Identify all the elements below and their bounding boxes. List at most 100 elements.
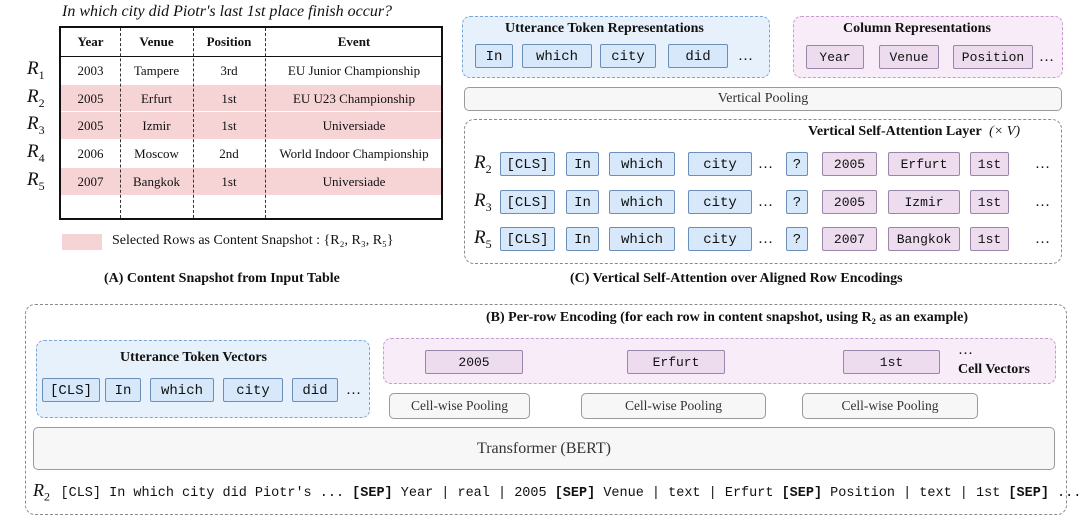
row-label-sub: 3 (38, 123, 45, 138)
cell-vectors-label: Cell Vectors (958, 362, 1030, 377)
cell-wise-pooling-bar: Cell-wise Pooling (389, 393, 530, 419)
vsa-token: In (566, 227, 599, 251)
table-cell: Universiade (322, 174, 386, 189)
table-cell: 1st (221, 118, 237, 134)
vsa-cell-token: 2005 (822, 152, 877, 176)
table-cell: World Indoor Championship (279, 146, 429, 162)
table-column-divider (120, 28, 121, 218)
vsa-token: [CLS] (500, 190, 555, 214)
table-cell: Universiade (322, 118, 386, 134)
utterance-vector-token: city (223, 378, 283, 402)
column-token: Position (953, 45, 1033, 69)
table-cell: 3rd (220, 62, 238, 78)
vsa-cell-token: 1st (970, 227, 1009, 251)
utterance-token: city (600, 44, 656, 68)
column-ellipsis: … (1039, 49, 1054, 65)
vsa-cell-token: 1st (970, 152, 1009, 176)
utterance-representations-title: Utterance Token Representations (505, 21, 704, 36)
vsa-row-label: R5 (474, 227, 492, 252)
utterance-vector-token: which (150, 378, 214, 402)
vsa-token: In (566, 152, 599, 176)
table-cell: 2006 (77, 146, 104, 162)
table-cell: 2nd (219, 146, 239, 162)
vsa-row-sub: 5 (485, 236, 492, 251)
table-header-position: Position (206, 34, 252, 49)
row-label-sub: 4 (38, 150, 45, 165)
table-cell: 1st (221, 174, 237, 189)
sep-token: [SEP] (781, 486, 823, 501)
cell-vector: Erfurt (627, 350, 725, 374)
utterance-vector-ellipsis: … (346, 382, 361, 398)
utterance-vector-token: [CLS] (42, 378, 100, 402)
table-header-event: Event (337, 34, 371, 49)
utterance-vector-token: In (105, 378, 141, 402)
sequence-row: R2 [CLS] In which city did Piotr's ... [… (33, 480, 1080, 505)
sequence-segment: [CLS] In which city did Piotr's ... (60, 486, 353, 501)
sequence-row-label: R2 (33, 480, 55, 504)
vsa-token: [CLS] (500, 227, 555, 251)
row-label-letter: R (27, 113, 39, 135)
vsa-row-sub: 2 (485, 161, 492, 176)
table-cell: 2003 (77, 62, 104, 78)
table-cell: Moscow (134, 146, 179, 162)
vsa-token: city (688, 227, 752, 251)
table-cell: 1st (221, 90, 237, 106)
table-column-divider (193, 28, 194, 218)
vsa-question-token: ? (786, 227, 808, 251)
vsa-row-letter: R (474, 190, 486, 211)
vsa-token: which (609, 152, 675, 176)
vsa-title: Vertical Self-Attention Layer (× V) (808, 124, 1020, 140)
table-cell: EU Junior Championship (287, 62, 421, 78)
vsa-ellipsis-end: … (1035, 194, 1050, 210)
vsa-ellipsis-mid: … (758, 231, 773, 247)
vsa-question-token: ? (786, 190, 808, 214)
vsa-cell-token: Erfurt (888, 152, 960, 176)
vsa-times: (× V) (989, 124, 1020, 139)
sep-token: [SEP] (554, 486, 596, 501)
vsa-row-letter: R (474, 152, 486, 173)
vsa-cell-token: 2007 (822, 227, 877, 251)
table-header-venue: Venue (139, 34, 174, 49)
utterance-token: did (668, 44, 728, 68)
utterance-vectors-title: Utterance Token Vectors (120, 350, 267, 365)
table-cell: 2005 (77, 90, 104, 106)
table-cell: EU U23 Championship (292, 90, 416, 106)
transformer-bar: Transformer (BERT) (33, 427, 1055, 470)
sequence-segment: ... (1048, 486, 1080, 501)
row-label-sub: 1 (38, 67, 45, 82)
table-row-label: R5 (27, 169, 45, 194)
vsa-ellipsis-mid: … (758, 194, 773, 210)
table-cell: Erfurt (140, 90, 173, 106)
column-token: Year (806, 45, 864, 69)
vsa-question-token: ? (786, 152, 808, 176)
utterance-vector-token: did (292, 378, 338, 402)
table-row-label: R4 (27, 141, 45, 166)
vsa-ellipsis-end: … (1035, 156, 1050, 172)
cell-wise-pooling-bar: Cell-wise Pooling (581, 393, 766, 419)
table-cell: 2007 (77, 174, 104, 189)
question-text: In which city did Piotr's last 1st place… (62, 3, 393, 20)
sep-token: [SEP] (352, 486, 393, 501)
vertical-pooling-bar: Vertical Pooling (464, 87, 1062, 111)
caption-a: (A) Content Snapshot from Input Table (104, 271, 340, 286)
table-cell: 2005 (77, 118, 104, 134)
vsa-token: city (688, 152, 752, 176)
vsa-cell-token: 2005 (822, 190, 877, 214)
vsa-row-sub: 3 (485, 199, 492, 214)
vsa-token: which (609, 227, 675, 251)
table-column-divider (265, 28, 266, 218)
vsa-row-label: R3 (474, 190, 492, 215)
sequence-row-sub: 2 (44, 489, 50, 504)
row-label-letter: R (27, 57, 39, 79)
table-row-label: R1 (27, 58, 45, 83)
vsa-ellipsis-end: … (1035, 231, 1050, 247)
table-header-year: Year (77, 34, 104, 49)
per-row-title: (B) Per-row Encoding (for each row in co… (486, 310, 969, 325)
cell-vector: 2005 (425, 350, 523, 374)
utterance-ellipsis: … (738, 48, 753, 64)
row-label-letter: R (27, 169, 39, 190)
sep-token: [SEP] (1008, 486, 1049, 501)
table-row-label: R2 (27, 86, 45, 111)
column-token: Venue (879, 45, 939, 69)
cell-vectors-ellipsis: … (958, 342, 973, 358)
